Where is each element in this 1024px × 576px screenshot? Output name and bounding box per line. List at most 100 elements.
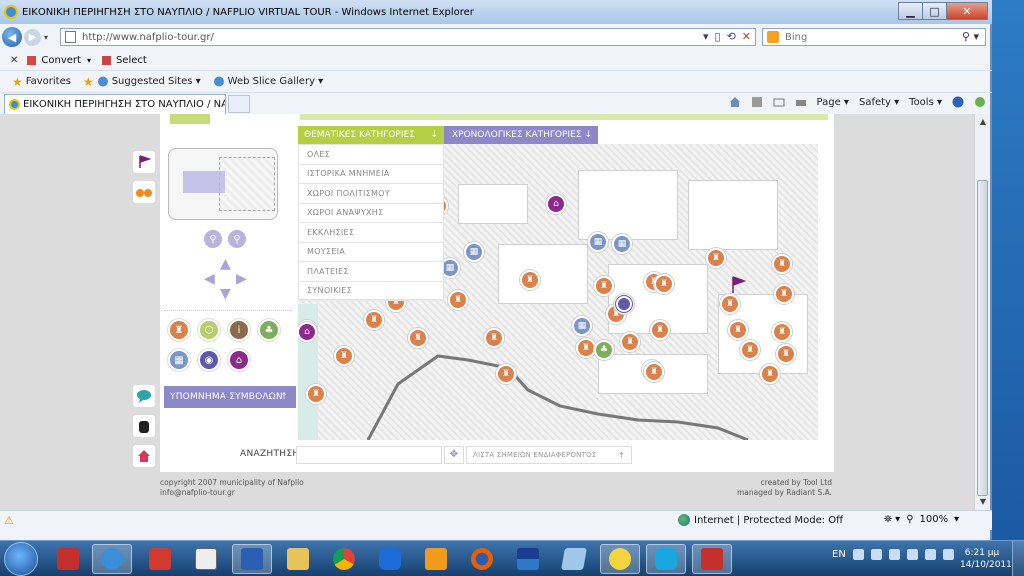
tray-show-icon[interactable] xyxy=(852,549,864,560)
taskbar-chrome-button[interactable] xyxy=(324,544,364,574)
map-pin-monument[interactable]: ♜ xyxy=(706,248,726,268)
convert-button[interactable]: Convert ▾ xyxy=(26,55,91,66)
map-pin-monument[interactable]: ♜ xyxy=(654,274,674,294)
select-button[interactable]: Select xyxy=(101,55,147,66)
show-desktop-button[interactable] xyxy=(1012,541,1024,576)
suggested-sites-button[interactable]: ★ Suggested Sites ▾ xyxy=(83,75,201,89)
feeds-icon[interactable] xyxy=(751,96,763,108)
language-indicator[interactable]: EN xyxy=(832,549,846,560)
forward-button[interactable]: ▶ xyxy=(24,28,41,46)
pan-right-icon[interactable]: ▶ xyxy=(236,271,247,287)
url-dropdown-icon[interactable]: ▾ xyxy=(703,30,709,43)
legend-button[interactable]: ΥΠΟΜΝΗΜΑ ΣΥΜΒΟΛΩΝ ↑ xyxy=(164,386,296,408)
map-pin-museum[interactable]: ▦ xyxy=(572,316,592,336)
map-pin-monument[interactable]: ♜ xyxy=(620,332,640,352)
map-pin-monument[interactable]: ♜ xyxy=(728,320,748,340)
email-link[interactable]: info@nafplio-tour.gr xyxy=(160,488,304,498)
category-item-recreation[interactable]: ΧΩΡΟΙ ΑΝΑΨΥΧΗΣ xyxy=(299,204,443,223)
map-pin-monument[interactable]: ♜ xyxy=(334,346,354,366)
taskbar-explorer-button[interactable] xyxy=(278,544,318,574)
category-item-squares[interactable]: ΠΛΑΤΕΙΕΣ xyxy=(299,262,443,282)
safety-menu[interactable]: Safety ▾ xyxy=(859,97,899,108)
close-toolbar-icon[interactable]: ✕ xyxy=(10,55,18,66)
print-icon[interactable] xyxy=(795,96,807,108)
home-icon[interactable] xyxy=(729,96,741,108)
map-pin-monument[interactable]: ♜ xyxy=(484,328,504,348)
map-pin-monument[interactable]: ♜ xyxy=(772,322,792,342)
map-pin-monument[interactable]: ♜ xyxy=(364,310,384,330)
thematic-categories-dropdown[interactable]: ΘΕΜΑΤΙΚΕΣ ΚΑΤΗΓΟΡΙΕΣ ↓ xyxy=(298,126,444,144)
category-item-historic-monuments[interactable]: ΙΣΤΟΡΙΚΑ ΜΝΗΜΕΙΑ xyxy=(299,165,443,184)
minimize-button[interactable]: ▁ xyxy=(898,2,923,20)
map-pin-monument[interactable]: ♜ xyxy=(594,276,614,296)
security-zone[interactable]: Internet | Protected Mode: Off xyxy=(678,514,843,526)
taskbar-messenger-button[interactable] xyxy=(600,544,640,574)
taskbar-skype-button[interactable] xyxy=(646,544,686,574)
home-tool[interactable] xyxy=(132,444,156,468)
map-pin-monument[interactable]: ♜ xyxy=(408,328,428,348)
map-pin-museum[interactable]: ▦ xyxy=(464,242,484,262)
taskbar-word-button[interactable] xyxy=(232,544,272,574)
taskbar-app-button[interactable] xyxy=(554,544,594,574)
flag-tool[interactable] xyxy=(132,150,156,174)
map-pin-monument[interactable]: ♜ xyxy=(520,270,540,290)
tools-menu[interactable]: Tools ▾ xyxy=(909,97,942,108)
category-item-neighbourhoods[interactable]: ΣΥΝΟΙΚΙΕΣ xyxy=(299,282,443,301)
culture-icon[interactable]: ⬡ xyxy=(198,319,220,341)
tray-monitor-icon[interactable] xyxy=(942,549,954,560)
minimap-viewport[interactable] xyxy=(183,171,225,193)
search-go-button[interactable]: ✥ xyxy=(444,446,464,464)
map-pin-monument[interactable]: ♜ xyxy=(776,344,796,364)
map-flag-icon[interactable] xyxy=(730,276,746,294)
info-icon[interactable]: i xyxy=(228,319,250,341)
zoom-level[interactable]: ⛯ ▾ ⚲ 100% ▾ xyxy=(884,514,959,525)
zoom-out-button[interactable]: ⚲ xyxy=(204,230,222,248)
back-button[interactable]: ◀ xyxy=(2,27,22,47)
map-pin-monument[interactable]: ♜ xyxy=(650,320,670,340)
site-search-field[interactable] xyxy=(296,446,442,464)
category-item-all[interactable]: ΟΛΕΣ xyxy=(299,145,443,165)
protected-mode-icon[interactable]: ⛯ ▾ xyxy=(884,514,900,525)
page-menu[interactable]: Page ▾ xyxy=(817,97,849,108)
map-pin-monument[interactable]: ♜ xyxy=(448,290,468,310)
map-pin-monument[interactable]: ♜ xyxy=(740,340,760,360)
map-pin-monument[interactable]: ♜ xyxy=(496,364,516,384)
tray-action-center-icon[interactable] xyxy=(888,549,900,560)
stop-icon[interactable]: ✕ xyxy=(742,30,751,43)
scroll-up-icon[interactable]: ▲ xyxy=(975,114,991,130)
map-pin-neighbourhood[interactable]: ⌂ xyxy=(546,194,566,214)
warning-icon[interactable]: ⚠ xyxy=(4,514,14,527)
taskbar-acrobat-button[interactable] xyxy=(48,544,88,574)
map-pin-monument[interactable]: ♜ xyxy=(306,384,326,404)
start-button[interactable] xyxy=(4,542,38,576)
taskbar-tool-button[interactable] xyxy=(692,544,732,574)
new-tab-button[interactable] xyxy=(228,95,250,113)
mail-icon[interactable] xyxy=(773,96,785,108)
category-item-churches[interactable]: ΕΚΚΛΗΣΙΕΣ xyxy=(299,223,443,243)
history-dropdown[interactable]: ▾ xyxy=(41,33,51,42)
compatibility-view-icon[interactable]: ▯ xyxy=(715,30,721,43)
search-input[interactable] xyxy=(785,31,955,43)
zoom-dropdown-icon[interactable]: ▾ xyxy=(954,514,959,525)
squares-icon[interactable]: ◉ xyxy=(198,349,220,371)
taskbar-language-button[interactable] xyxy=(508,544,548,574)
scroll-down-icon[interactable]: ▼ xyxy=(975,494,991,510)
maximize-button[interactable]: □ xyxy=(922,2,947,20)
map-pin-monument[interactable]: ♜ xyxy=(720,294,740,314)
taskbar-pdf-button[interactable] xyxy=(140,544,180,574)
scroll-thumb[interactable] xyxy=(977,180,988,496)
pan-left-icon[interactable]: ◀ xyxy=(204,271,215,287)
tray-app-icon[interactable] xyxy=(906,549,918,560)
museums-icon[interactable]: ▦ xyxy=(168,349,190,371)
tour-tool[interactable] xyxy=(132,180,156,204)
map-pin-monument[interactable]: ♜ xyxy=(772,254,792,274)
taskbar-ie-button[interactable] xyxy=(92,544,132,574)
pan-down-icon[interactable]: ▼ xyxy=(220,286,231,302)
map-pin-monument[interactable]: ♜ xyxy=(644,362,664,382)
search-box[interactable]: ⚲ ▾ xyxy=(762,28,986,46)
recreation-icon[interactable]: ♣ xyxy=(258,319,280,341)
web-slice-gallery-button[interactable]: Web Slice Gallery ▾ xyxy=(213,76,323,87)
map-pin-monument[interactable]: ♜ xyxy=(760,364,780,384)
map-pin-recreation[interactable]: ♣ xyxy=(594,340,614,360)
help-icon[interactable] xyxy=(952,96,964,108)
